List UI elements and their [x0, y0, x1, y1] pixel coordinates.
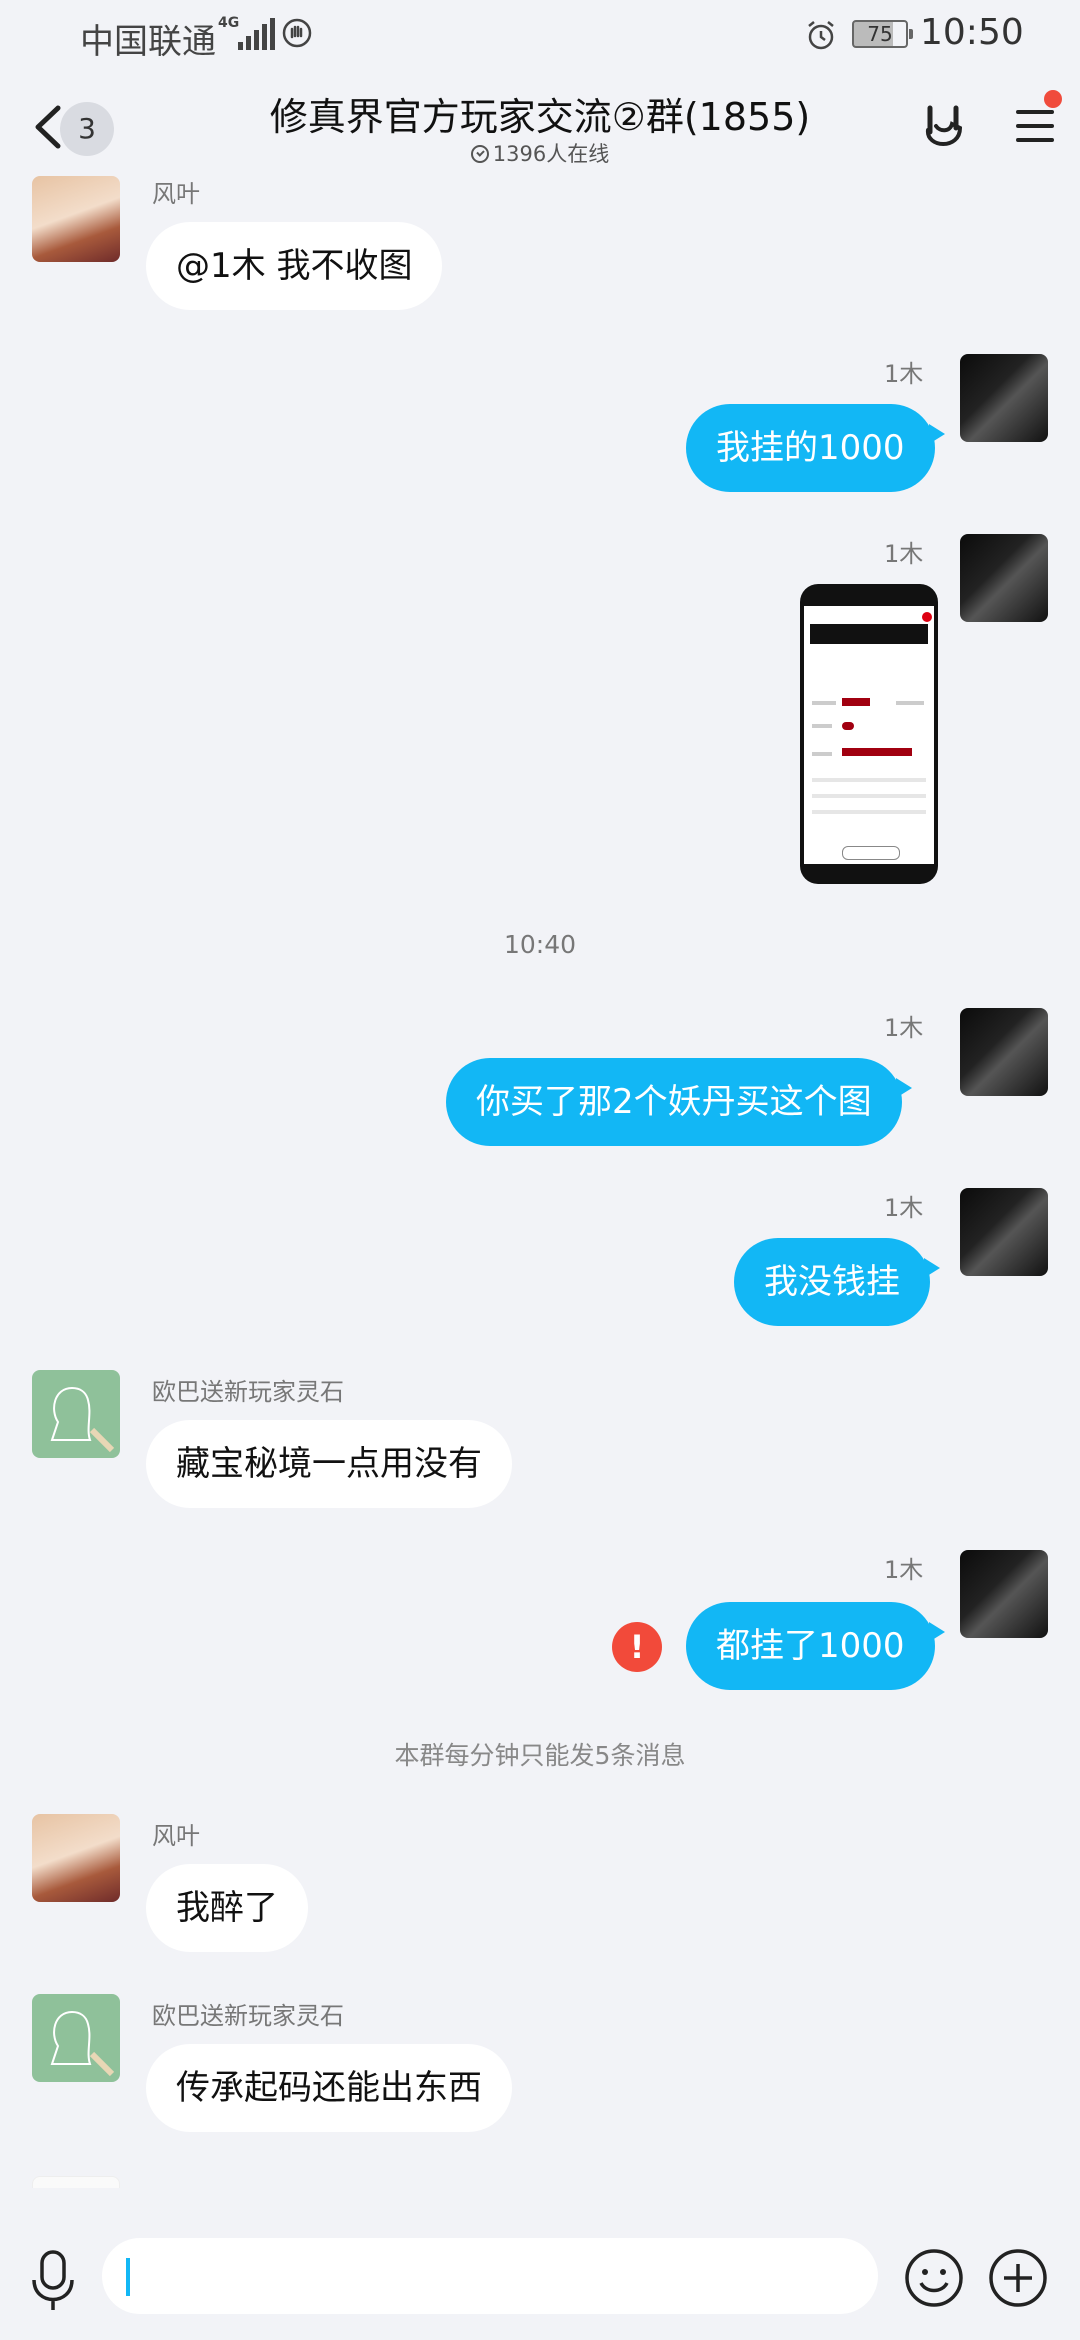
screenshot-title-bar: [810, 624, 928, 644]
sender-name: 1木: [884, 1194, 924, 1222]
message-bubble[interactable]: @1木 我不收图: [146, 222, 443, 310]
sender-name: 欧巴送新玩家灵石: [152, 1378, 344, 1406]
time-divider: 10:40: [503, 930, 577, 959]
screenshot-row: [812, 810, 926, 814]
online-text: 1396人在线: [492, 142, 610, 166]
menu-notification-dot: [1044, 90, 1062, 108]
screenshot-row: [812, 752, 832, 756]
sender-name: 1木: [884, 1014, 924, 1042]
avatar-fengye[interactable]: [32, 176, 120, 262]
emoji-icon[interactable]: [904, 2248, 964, 2308]
scroll-edge: [0, 2188, 1080, 2210]
screenshot-screen: [804, 606, 934, 864]
microphone-icon[interactable]: [28, 2248, 78, 2312]
avatar-mu[interactable]: [960, 354, 1048, 442]
avatar-oba-sketch: [50, 1386, 115, 1453]
battery-icon: 75: [852, 20, 913, 48]
message-bubble[interactable]: 传承起码还能出东西: [146, 2044, 512, 2132]
avatar-oba[interactable]: [32, 1994, 120, 2082]
screenshot-image[interactable]: [800, 584, 938, 884]
message-input[interactable]: [102, 2238, 878, 2314]
online-check-icon: [470, 145, 489, 163]
sender-name: 欧巴送新玩家灵石: [152, 2002, 344, 2030]
screenshot-row: [812, 778, 926, 782]
send-failed-icon[interactable]: !: [612, 1622, 662, 1672]
screenshot-row: [896, 701, 924, 705]
message-bubble[interactable]: 我醉了: [146, 1864, 308, 1952]
alarm-icon: [808, 21, 834, 50]
sender-name: 1木: [884, 360, 924, 388]
hand-icon: [282, 18, 312, 48]
screenshot-row: [812, 701, 836, 705]
rock-hand-icon[interactable]: [920, 102, 966, 154]
avatar-oba[interactable]: [32, 1370, 120, 1458]
screenshot-red-tag: [842, 698, 870, 706]
battery-level: 75: [867, 22, 893, 46]
screenshot-row: [812, 724, 832, 728]
avatar-mu[interactable]: [960, 1008, 1048, 1096]
text-cursor: [126, 2258, 130, 2296]
avatar-mu[interactable]: [960, 1188, 1048, 1276]
signal-icon: [238, 18, 275, 50]
message-bubble[interactable]: 我没钱挂: [734, 1238, 940, 1326]
status-bar: 中国联通 4G 75 10:50: [0, 0, 1080, 76]
network-type: 4G: [218, 15, 240, 31]
chat-header: 3 修真界官方玩家交流②群(1855) 1396人在线: [0, 76, 1080, 180]
plus-icon[interactable]: [988, 2248, 1048, 2308]
sender-name: 风叶: [152, 180, 200, 208]
message-bubble[interactable]: 藏宝秘境一点用没有: [146, 1420, 512, 1508]
system-notice: 本群每分钟只能发5条消息: [394, 1741, 686, 1770]
input-bar: [0, 2210, 1080, 2340]
screenshot-price-bar: [842, 748, 912, 756]
sender-name: 1木: [884, 1556, 924, 1584]
sender-name: 1木: [884, 540, 924, 568]
sender-name: 风叶: [152, 1822, 200, 1850]
avatar-oba-sketch: [50, 2010, 115, 2077]
avatar-mu[interactable]: [960, 534, 1048, 622]
group-title[interactable]: 修真界官方玩家交流②群(1855): [0, 86, 1080, 141]
message-bubble[interactable]: 我挂的1000: [686, 404, 945, 492]
avatar-mu[interactable]: [960, 1550, 1048, 1638]
screenshot-toggle: [842, 722, 854, 730]
carrier-name: 中国联通: [80, 22, 216, 62]
status-time: 10:50: [920, 12, 1024, 53]
message-bubble[interactable]: 你买了那2个妖丹买这个图: [446, 1058, 912, 1146]
message-bubble[interactable]: 都挂了1000: [686, 1602, 945, 1690]
online-count: 1396人在线: [0, 138, 1080, 168]
close-icon: [922, 612, 932, 622]
screenshot-row: [812, 794, 926, 798]
avatar-fengye[interactable]: [32, 1814, 120, 1902]
screenshot-button: [842, 846, 900, 860]
menu-icon[interactable]: [1016, 106, 1056, 146]
